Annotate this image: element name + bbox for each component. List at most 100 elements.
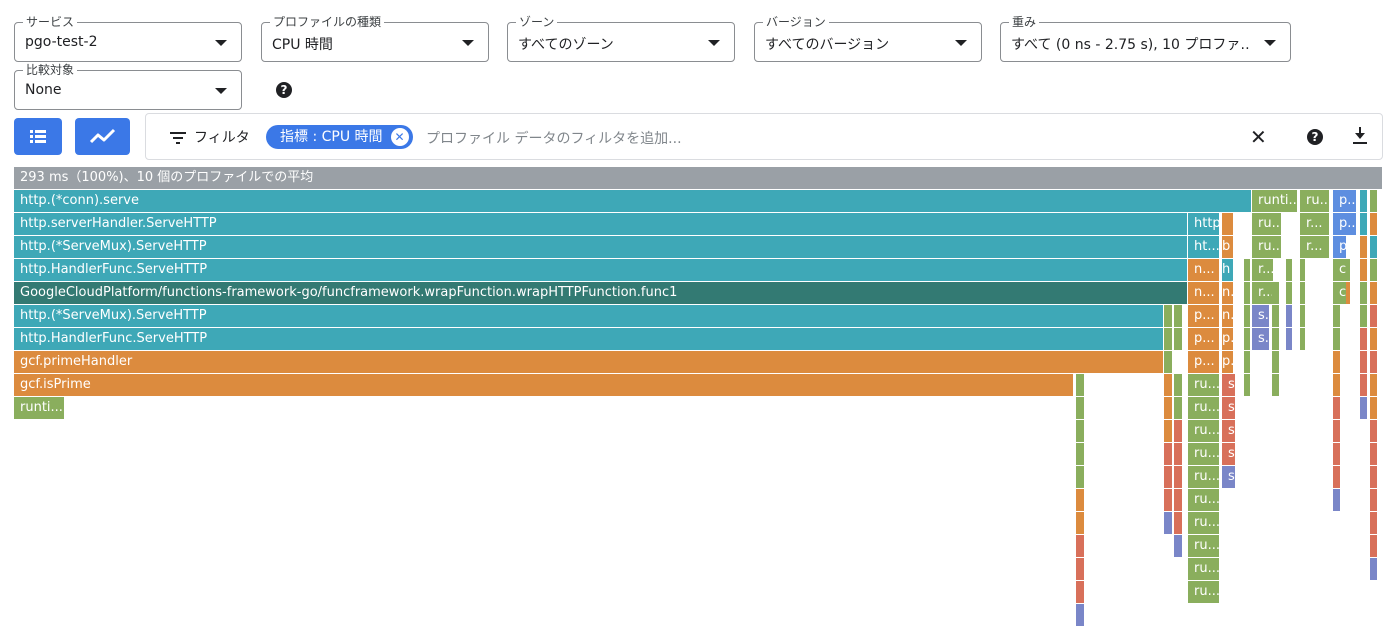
flame-frame[interactable]: s — [1222, 466, 1236, 488]
compare-select[interactable]: 比較対象 None — [14, 62, 242, 110]
flame-frame[interactable] — [1370, 489, 1378, 511]
flame-frame[interactable] — [1360, 305, 1368, 327]
flame-frame[interactable]: ru... — [1252, 236, 1282, 258]
flame-frame[interactable] — [1300, 305, 1306, 327]
flame-frame[interactable] — [1370, 443, 1378, 465]
flame-frame[interactable] — [1076, 489, 1085, 511]
flame-frame[interactable] — [1174, 443, 1183, 465]
flame-frame[interactable]: h — [1222, 259, 1234, 281]
flame-frame[interactable] — [1333, 351, 1341, 373]
flame-frame[interactable] — [1360, 190, 1368, 212]
flame-frame[interactable] — [1076, 443, 1085, 465]
flame-frame[interactable] — [1360, 374, 1368, 396]
flame-frame[interactable] — [1076, 604, 1085, 626]
flame-frame[interactable]: r... — [1252, 282, 1274, 304]
flame-frame[interactable] — [1164, 489, 1173, 511]
flame-frame[interactable] — [1370, 466, 1378, 488]
flame-frame[interactable] — [1300, 282, 1306, 304]
flame-frame[interactable] — [1370, 328, 1378, 350]
flame-frame[interactable]: s — [1222, 443, 1236, 465]
flame-frame[interactable] — [1370, 558, 1378, 580]
flame-frame[interactable] — [1076, 374, 1085, 396]
flame-frame[interactable] — [1076, 535, 1085, 557]
flame-frame[interactable] — [1076, 397, 1085, 419]
flame-frame[interactable] — [1346, 259, 1351, 281]
flame-frame[interactable]: ru... — [1188, 397, 1220, 419]
flame-frame[interactable] — [1272, 282, 1280, 304]
flame-frame[interactable] — [1272, 374, 1280, 396]
flame-frame[interactable] — [1360, 213, 1368, 235]
flame-frame[interactable] — [1370, 213, 1378, 235]
profile-type-select[interactable]: プロファイルの種類 CPU 時間 — [261, 14, 489, 62]
flame-frame[interactable] — [1076, 512, 1085, 534]
flame-frame[interactable] — [1333, 328, 1341, 350]
flame-frame[interactable] — [1286, 259, 1293, 281]
flame-frame[interactable] — [1370, 190, 1378, 212]
flame-frame[interactable]: runti... — [14, 397, 65, 419]
flame-frame[interactable] — [1360, 282, 1368, 304]
flame-frame[interactable]: r... — [1300, 236, 1330, 258]
flame-frame[interactable] — [1370, 397, 1378, 419]
flame-frame[interactable]: p... — [1333, 190, 1357, 212]
flame-frame[interactable] — [1333, 374, 1341, 396]
filter-input[interactable]: プロファイル データのフィルタを追加... — [426, 128, 682, 148]
flame-frame[interactable] — [1333, 466, 1341, 488]
flame-frame[interactable] — [1174, 374, 1183, 396]
flame-frame[interactable]: http.serverHandler.ServeHTTP — [14, 213, 1188, 235]
flame-frame[interactable] — [1370, 374, 1378, 396]
flame-frame[interactable]: ru... — [1188, 558, 1220, 580]
flame-frame[interactable] — [1174, 466, 1183, 488]
flame-frame[interactable]: r... — [1252, 259, 1274, 281]
flame-frame[interactable] — [1164, 443, 1173, 465]
flame-root-frame[interactable]: 293 ms（100%)、10 個のプロファイルでの平均 — [14, 167, 1383, 189]
list-view-button[interactable] — [14, 118, 62, 155]
flame-frame[interactable] — [1076, 466, 1085, 488]
flame-frame[interactable]: ht... — [1188, 236, 1220, 258]
flame-frame[interactable] — [1272, 351, 1280, 373]
flame-frame[interactable]: p... — [1188, 328, 1220, 350]
flame-frame[interactable]: http.(*ServeMux).ServeHTTP — [14, 236, 1188, 258]
flame-frame[interactable]: ru... — [1188, 374, 1220, 396]
flame-frame[interactable]: s — [1222, 420, 1236, 442]
flame-frame[interactable]: c — [1333, 259, 1347, 281]
version-select[interactable]: バージョン すべてのバージョン — [754, 14, 982, 62]
help-icon[interactable]: ? — [276, 82, 292, 98]
flame-frame[interactable] — [1272, 305, 1280, 327]
metric-filter-chip[interactable]: 指標 : CPU 時間 ✕ — [266, 125, 413, 149]
clear-icon[interactable]: ✕ — [1250, 125, 1267, 149]
flame-frame[interactable]: n... — [1222, 282, 1234, 304]
flame-frame[interactable] — [1222, 213, 1234, 235]
flame-frame[interactable]: n... — [1188, 282, 1220, 304]
flame-frame[interactable]: r... — [1300, 213, 1330, 235]
flame-frame[interactable] — [1370, 420, 1378, 442]
flame-frame[interactable]: s — [1222, 374, 1236, 396]
flame-frame[interactable]: s — [1222, 397, 1236, 419]
flame-frame[interactable] — [1333, 397, 1341, 419]
flame-frame[interactable] — [1300, 259, 1306, 281]
flame-frame[interactable]: ru... — [1188, 466, 1220, 488]
flame-frame[interactable]: b — [1222, 236, 1234, 258]
flame-frame[interactable] — [1370, 305, 1378, 327]
flame-frame[interactable]: http... — [1188, 213, 1220, 235]
flame-frame[interactable]: http.HandlerFunc.ServeHTTP — [14, 259, 1188, 281]
flame-frame[interactable] — [1076, 581, 1085, 603]
flame-frame[interactable] — [1360, 259, 1368, 281]
flame-frame[interactable] — [1244, 374, 1251, 396]
help-icon[interactable]: ? — [1307, 129, 1323, 145]
flame-frame[interactable]: http.HandlerFunc.ServeHTTP — [14, 328, 1164, 350]
trend-view-button[interactable] — [75, 118, 130, 155]
flame-frame[interactable] — [1164, 328, 1173, 350]
flame-frame[interactable]: ru... — [1188, 512, 1220, 534]
flame-frame[interactable] — [1174, 535, 1183, 557]
flame-frame[interactable] — [1333, 443, 1341, 465]
flame-frame[interactable] — [1360, 351, 1368, 373]
flame-frame[interactable]: s. — [1252, 305, 1270, 327]
flame-frame[interactable]: n... — [1222, 305, 1234, 327]
flame-frame[interactable] — [1164, 351, 1173, 373]
flame-frame[interactable] — [1244, 282, 1251, 304]
flame-frame[interactable] — [1370, 512, 1378, 534]
flame-frame[interactable] — [1333, 489, 1341, 511]
flame-frame[interactable] — [1300, 328, 1306, 350]
flame-frame[interactable] — [1164, 305, 1173, 327]
chip-remove-icon[interactable]: ✕ — [390, 128, 409, 146]
